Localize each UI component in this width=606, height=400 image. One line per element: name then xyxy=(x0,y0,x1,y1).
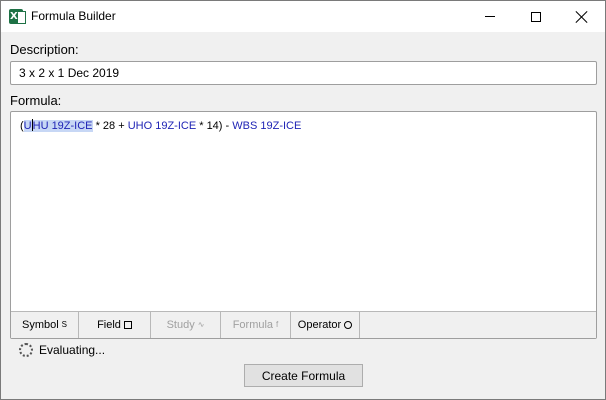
formula-symbol-token[interactable]: UHU 19Z-ICE xyxy=(23,119,93,132)
formula-operator-text: * 14) - xyxy=(196,120,233,132)
formula-builder-window: X Formula Builder Description: Formula: … xyxy=(0,0,606,400)
description-input[interactable] xyxy=(10,61,597,85)
create-formula-button[interactable]: Create Formula xyxy=(244,364,363,387)
loading-spinner-icon xyxy=(19,343,33,357)
close-button[interactable] xyxy=(559,1,605,32)
maximize-icon xyxy=(531,11,541,22)
excel-icon: X xyxy=(9,9,26,24)
tab-symbol[interactable]: Symbol S xyxy=(11,312,79,338)
close-icon xyxy=(576,11,588,23)
title-bar[interactable]: X Formula Builder xyxy=(1,1,605,32)
square-icon xyxy=(123,321,132,329)
formula-label: Formula: xyxy=(10,93,62,108)
formula-editor-frame: (UHU 19Z-ICE * 28 + UHO 19Z-ICE * 14) - … xyxy=(10,111,597,339)
formula-symbol-token[interactable]: UHO 19Z-ICE xyxy=(128,120,196,132)
formula-operator-text: * 28 + xyxy=(92,120,128,132)
status-indicator: Evaluating... xyxy=(19,343,105,357)
symbol-icon: S xyxy=(61,320,68,329)
description-label: Description: xyxy=(10,42,79,57)
excel-icon-letter: X xyxy=(10,11,18,22)
wave-icon: ∿ xyxy=(197,320,205,329)
minimize-icon xyxy=(485,16,495,17)
insert-tab-bar: Symbol S Field Study ∿ Formula f Operato… xyxy=(11,311,596,338)
function-icon: f xyxy=(276,320,279,329)
tab-formula[interactable]: Formula f xyxy=(221,312,291,338)
maximize-button[interactable] xyxy=(513,1,559,32)
status-text: Evaluating... xyxy=(39,343,106,357)
tab-operator[interactable]: Operator xyxy=(291,312,360,338)
formula-symbol-token-first: U xyxy=(23,120,32,132)
tab-field[interactable]: Field xyxy=(79,312,151,338)
formula-symbol-token-rest: HU 19Z-ICE xyxy=(32,120,93,132)
tab-study-label: Study xyxy=(166,319,195,331)
tab-study[interactable]: Study ∿ xyxy=(151,312,221,338)
window-title: Formula Builder xyxy=(31,9,116,23)
circle-icon xyxy=(344,321,353,329)
formula-symbol-token[interactable]: WBS 19Z-ICE xyxy=(232,120,301,132)
tab-operator-label: Operator xyxy=(297,319,342,331)
minimize-button[interactable] xyxy=(467,1,513,32)
tab-formula-label: Formula xyxy=(232,319,274,331)
tab-symbol-label: Symbol xyxy=(21,319,59,331)
tab-field-label: Field xyxy=(97,319,121,331)
formula-editor[interactable]: (UHU 19Z-ICE * 28 + UHO 19Z-ICE * 14) - … xyxy=(11,112,596,311)
